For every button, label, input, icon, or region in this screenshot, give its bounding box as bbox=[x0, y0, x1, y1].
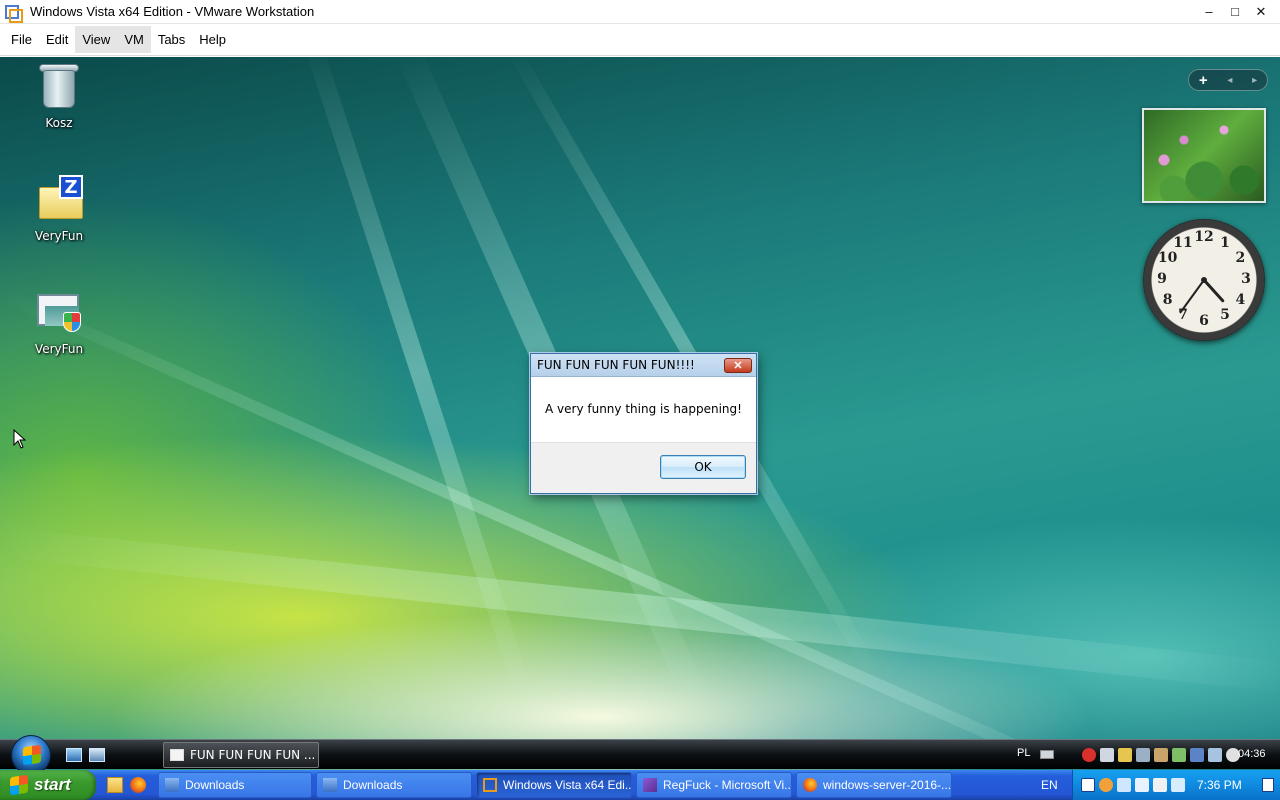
zip-folder-icon: Z bbox=[35, 175, 83, 223]
menu-tabs[interactable]: Tabs bbox=[151, 26, 192, 53]
slideshow-gadget[interactable] bbox=[1142, 108, 1266, 203]
recycle-bin-icon bbox=[35, 62, 83, 110]
host-task-firefox[interactable]: windows-server-2016-... bbox=[796, 772, 952, 798]
minimize-button[interactable]: – bbox=[1196, 0, 1222, 24]
host-task-visual-studio[interactable]: RegFuck - Microsoft Vi... bbox=[636, 772, 792, 798]
host-task-vmware[interactable]: Windows Vista x64 Edi... bbox=[476, 772, 632, 798]
guest-task-label: FUN FUN FUN FUN ... bbox=[190, 748, 316, 762]
clock-hour-hand bbox=[1202, 278, 1225, 303]
guest-clock[interactable]: 04:36 bbox=[1238, 748, 1266, 760]
explorer-quicklaunch-icon[interactable] bbox=[107, 777, 123, 793]
host-window-title: Windows Vista x64 Edition - VMware Works… bbox=[30, 4, 315, 19]
security-alert-icon[interactable] bbox=[1082, 748, 1096, 762]
network-icon[interactable] bbox=[1135, 778, 1149, 792]
ok-button[interactable]: OK bbox=[660, 455, 746, 479]
desktop-icon-label: Kosz bbox=[45, 116, 73, 130]
desktop-icon-veryfun-zip[interactable]: Z VeryFun bbox=[19, 175, 99, 243]
host-task-downloads-2[interactable]: Downloads bbox=[316, 772, 472, 798]
dialog-body: A very funny thing is happening! bbox=[531, 377, 756, 442]
guest-task-dialog[interactable]: FUN FUN FUN FUN ... bbox=[163, 742, 319, 768]
show-desktop-icon[interactable] bbox=[66, 748, 82, 762]
vista-start-orb[interactable] bbox=[11, 735, 51, 775]
tray-app-icon[interactable] bbox=[1153, 778, 1167, 792]
search-icon[interactable] bbox=[1099, 778, 1113, 792]
menu-file[interactable]: File bbox=[4, 26, 39, 53]
dialog-message: A very funny thing is happening! bbox=[545, 402, 742, 416]
tray-app-icon[interactable] bbox=[1081, 778, 1095, 792]
firefox-icon bbox=[803, 778, 817, 792]
tray-app-icon[interactable] bbox=[1117, 778, 1131, 792]
wallpaper-streak bbox=[302, 57, 537, 709]
host-task-label: RegFuck - Microsoft Vi... bbox=[663, 778, 792, 792]
tray-app-icon[interactable] bbox=[1118, 748, 1132, 762]
tray-app-icon[interactable] bbox=[1172, 748, 1186, 762]
menu-help[interactable]: Help bbox=[192, 26, 233, 53]
clock-gadget[interactable]: 12 1 2 3 4 5 6 7 8 9 10 11 bbox=[1143, 219, 1265, 341]
menu-vm[interactable]: VM bbox=[117, 26, 151, 53]
window-icon bbox=[170, 749, 184, 761]
clock-minute-hand bbox=[1179, 279, 1205, 314]
message-dialog: FUN FUN FUN FUN FUN!!!! ✕ A very funny t… bbox=[530, 353, 757, 494]
notification-icon[interactable] bbox=[1262, 778, 1274, 792]
vmware-app-icon bbox=[4, 4, 23, 23]
guest-taskbar: FUN FUN FUN FUN ... PL 04:36 bbox=[0, 735, 1280, 775]
firefox-quicklaunch-icon[interactable] bbox=[130, 777, 146, 793]
desktop-icon-veryfun-installer[interactable]: VeryFun bbox=[19, 288, 99, 356]
menu-edit[interactable]: Edit bbox=[39, 26, 75, 53]
guest-desktop[interactable]: Kosz Z VeryFun VeryFun + ◂ ▸ 12 1 2 3 4 5 6 7 8 9… bbox=[0, 57, 1280, 800]
start-label: start bbox=[34, 775, 71, 794]
host-taskbar: start Downloads Downloads Windows Vista … bbox=[0, 770, 1280, 800]
tray-app-icon[interactable] bbox=[1136, 748, 1150, 762]
switch-windows-icon[interactable] bbox=[89, 748, 105, 762]
host-task-label: Windows Vista x64 Edi... bbox=[503, 778, 632, 792]
windows-logo-icon bbox=[10, 774, 28, 796]
tray-app-icon[interactable] bbox=[1100, 748, 1114, 762]
sidebar-controls: + ◂ ▸ bbox=[1188, 69, 1268, 91]
host-titlebar: Windows Vista x64 Edition - VMware Works… bbox=[0, 0, 1280, 24]
desktop-icon-recycle-bin[interactable]: Kosz bbox=[19, 62, 99, 130]
maximize-button[interactable]: □ bbox=[1222, 0, 1248, 24]
guest-language-indicator[interactable]: PL bbox=[1017, 747, 1030, 759]
dialog-title: FUN FUN FUN FUN FUN!!!! bbox=[537, 358, 695, 372]
dialog-footer: OK bbox=[531, 442, 756, 493]
clock-hands bbox=[1179, 277, 1225, 314]
sidebar-prev-button[interactable]: ◂ bbox=[1227, 75, 1232, 86]
keyboard-icon[interactable] bbox=[1040, 750, 1054, 759]
tray-app-icon[interactable] bbox=[1190, 748, 1204, 762]
menu-view[interactable]: View bbox=[75, 26, 118, 53]
host-menubar: File Edit View VM Tabs Help bbox=[0, 24, 1280, 56]
add-gadget-button[interactable]: + bbox=[1199, 72, 1208, 89]
start-button[interactable]: start bbox=[0, 770, 96, 800]
network-icon[interactable] bbox=[1208, 748, 1222, 762]
tray-app-icon[interactable] bbox=[1154, 748, 1168, 762]
vmware-icon bbox=[483, 778, 497, 792]
windows-logo-icon bbox=[23, 744, 41, 766]
host-task-label: windows-server-2016-... bbox=[823, 778, 952, 792]
desktop-icon-label: VeryFun bbox=[34, 229, 84, 243]
dialog-close-button[interactable]: ✕ bbox=[724, 357, 752, 373]
host-task-label: Downloads bbox=[343, 778, 403, 792]
dialog-titlebar[interactable]: FUN FUN FUN FUN FUN!!!! ✕ bbox=[531, 354, 756, 377]
folder-icon bbox=[323, 778, 337, 792]
host-clock[interactable]: 7:36 PM bbox=[1197, 778, 1242, 792]
folder-icon bbox=[165, 778, 179, 792]
host-language-indicator[interactable]: EN bbox=[1041, 778, 1058, 792]
sidebar-next-button[interactable]: ▸ bbox=[1252, 75, 1257, 86]
close-button[interactable]: ✕ bbox=[1248, 0, 1274, 24]
installer-icon bbox=[35, 288, 83, 336]
volume-icon[interactable] bbox=[1171, 778, 1185, 792]
visual-studio-icon bbox=[643, 778, 657, 792]
desktop-icon-label: VeryFun bbox=[34, 342, 84, 356]
host-system-tray bbox=[1072, 770, 1280, 800]
host-task-downloads-1[interactable]: Downloads bbox=[158, 772, 312, 798]
host-task-label: Downloads bbox=[185, 778, 245, 792]
